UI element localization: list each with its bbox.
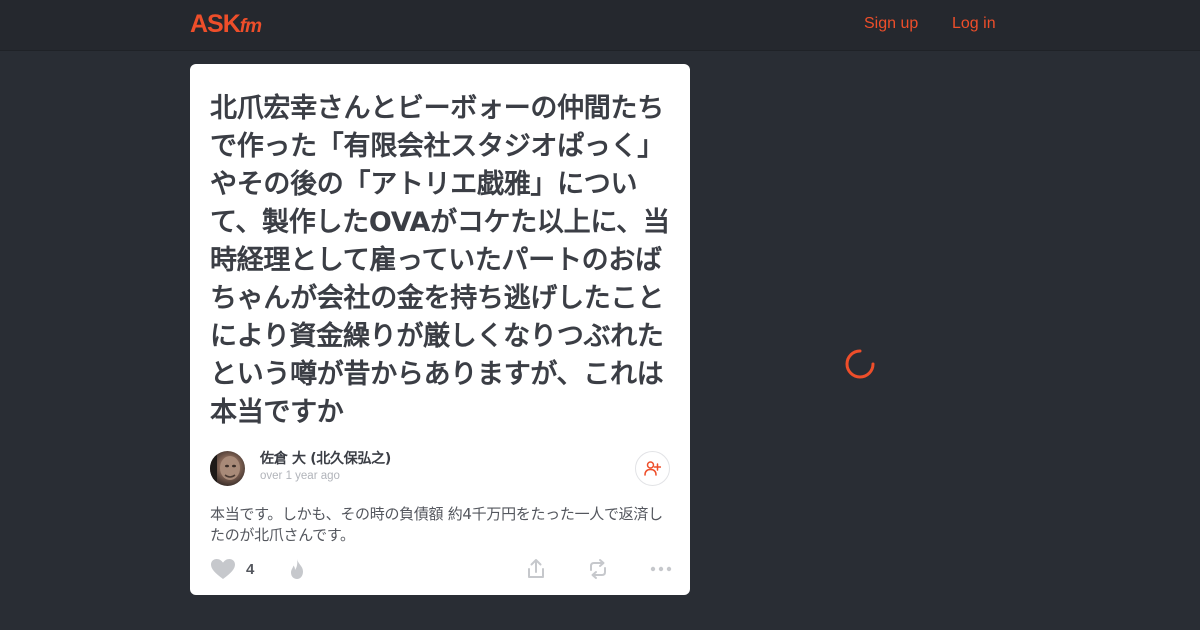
follow-button[interactable]: [635, 451, 670, 486]
more-dots-icon: [650, 566, 672, 572]
more-options-button[interactable]: [650, 559, 672, 583]
like-button[interactable]: [210, 558, 236, 584]
answer-timestamp[interactable]: over 1 year ago: [260, 469, 340, 483]
fire-button[interactable]: [287, 558, 307, 584]
loading-spinner: [843, 347, 877, 385]
author-avatar[interactable]: [210, 451, 245, 486]
logo-suffix-text: fm: [239, 16, 262, 37]
loading-spinner-icon: [845, 349, 875, 379]
heart-icon: [211, 559, 235, 579]
repost-button[interactable]: [587, 558, 609, 584]
like-count: 4: [246, 561, 255, 578]
log-in-link[interactable]: Log in: [952, 14, 996, 34]
add-user-icon: [644, 461, 661, 476]
top-navigation-bar: ASKfm Sign up Log in: [0, 0, 1200, 51]
fire-icon: [291, 559, 303, 579]
question-answer-card: 北爪宏幸さんとビーボォーの仲間たちで作った「有限会社スタジオぱっく」やその後の「…: [190, 64, 690, 595]
answer-text: 本当です。しかも、その時の負債額 約4千万円をたった一人で返済したのが北爪さんで…: [210, 505, 663, 544]
share-icon: [528, 559, 544, 578]
question-text: 北爪宏幸さんとビーボォーの仲間たちで作った「有限会社スタジオぱっく」やその後の「…: [210, 93, 670, 428]
share-button[interactable]: [526, 558, 546, 584]
sign-up-link[interactable]: Sign up: [864, 14, 918, 34]
logo-main-text: ASK: [190, 10, 241, 38]
askfm-logo[interactable]: ASKfm: [190, 10, 262, 40]
author-name[interactable]: 佐倉 大 (北久保弘之): [260, 450, 391, 468]
avatar-photo: [210, 451, 240, 486]
repost-icon: [590, 559, 606, 579]
